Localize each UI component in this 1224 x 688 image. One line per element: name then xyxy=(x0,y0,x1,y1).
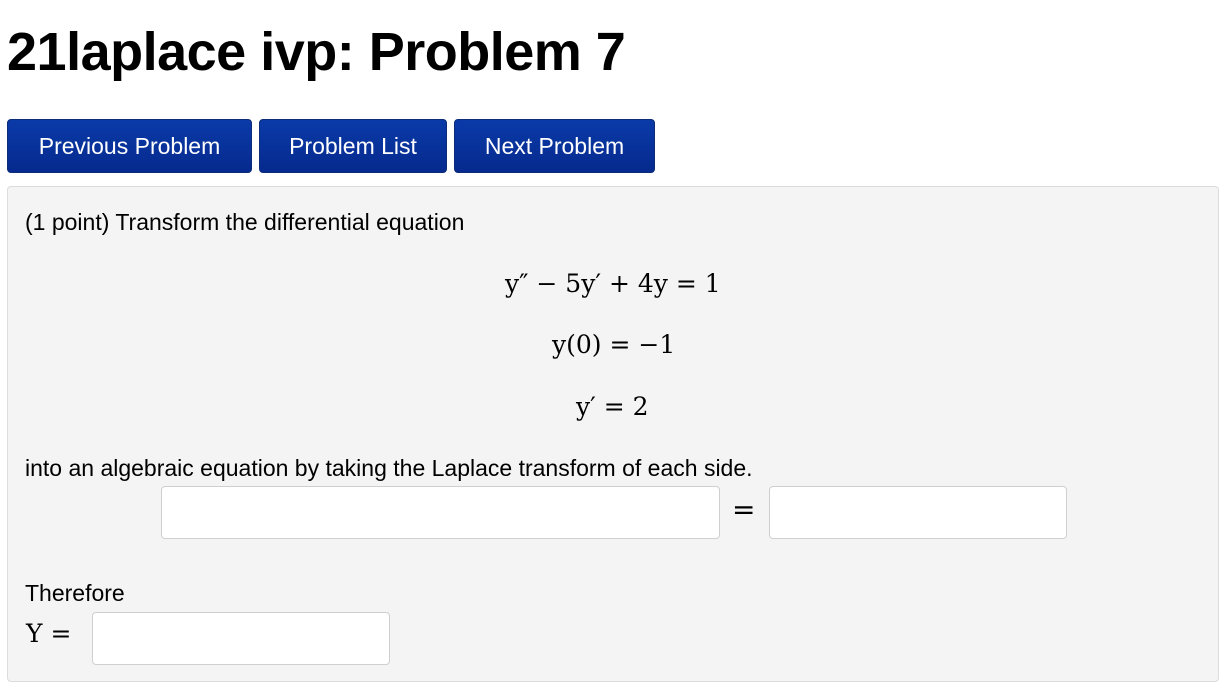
therefore-label: Therefore xyxy=(25,580,125,606)
problem-list-button[interactable]: Problem List xyxy=(259,119,447,173)
transform-left-side-input[interactable] xyxy=(161,486,720,539)
next-problem-button[interactable]: Next Problem xyxy=(454,119,655,173)
problem-statement: (1 point) Transform the differential equ… xyxy=(25,209,465,235)
y-answer-input[interactable] xyxy=(92,612,390,665)
initial-condition-y-prime: y′ = 2 xyxy=(576,392,649,421)
problem-navigation: Previous Problem Problem List Next Probl… xyxy=(7,119,655,173)
differential-equation: y″ − 5y′ + 4y = 1 xyxy=(505,269,721,298)
equals-sign: = xyxy=(732,493,756,526)
page-title: 21laplace ivp: Problem 7 xyxy=(7,22,626,82)
initial-condition-y: y(0) = −1 xyxy=(552,330,676,359)
transform-right-side-input[interactable] xyxy=(769,486,1067,539)
problem-instruction: into an algebraic equation by taking the… xyxy=(25,455,753,481)
y-answer-label: Y = xyxy=(26,619,72,648)
problem-body: (1 point) Transform the differential equ… xyxy=(7,186,1219,682)
previous-problem-button[interactable]: Previous Problem xyxy=(7,119,252,173)
